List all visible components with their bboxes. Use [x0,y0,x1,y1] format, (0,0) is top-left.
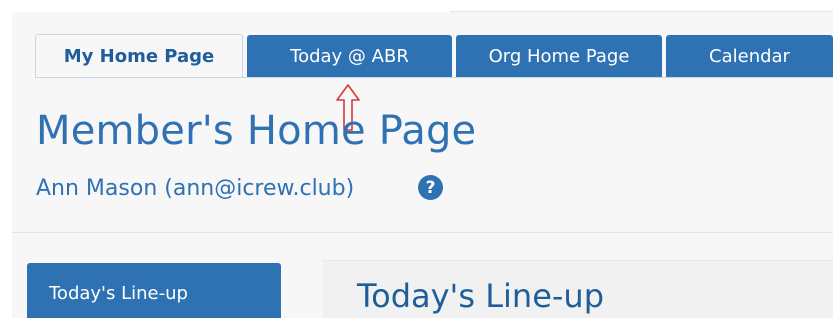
page-title: Member's Home Page [36,108,477,154]
sidebar-item-todays-line-up[interactable]: Today's Line-up [27,263,281,318]
tab-org-home-page[interactable]: Org Home Page [456,35,662,77]
tab-underline [35,77,833,78]
section-divider [12,232,833,233]
question-circle-icon[interactable]: ? [418,175,443,200]
tab-my-home-page[interactable]: My Home Page [35,34,243,78]
tab-calendar[interactable]: Calendar [666,35,833,77]
user-identity: Ann Mason (ann@icrew.club) [36,176,355,201]
top-strip [450,0,833,12]
tab-today-abr[interactable]: Today @ ABR [247,35,452,77]
content-title: Today's Line-up [357,277,605,315]
page: My Home Page Today @ ABR Org Home Page C… [0,0,833,318]
